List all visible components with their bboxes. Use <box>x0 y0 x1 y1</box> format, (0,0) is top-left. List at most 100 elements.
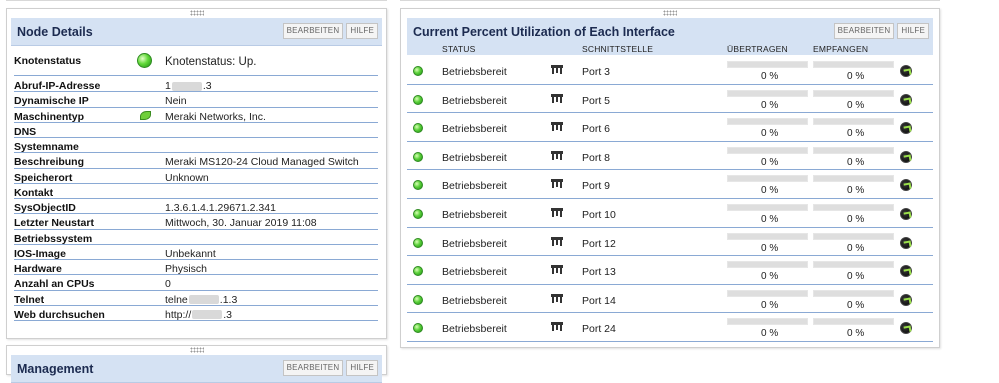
detail-value: Physisch <box>165 263 207 275</box>
detail-label: Telnet <box>14 293 45 306</box>
transmit-utilization-bar <box>727 318 808 326</box>
interface-detail-icon[interactable] <box>900 150 912 163</box>
detail-value: telne .1.3 <box>165 294 237 306</box>
transmit-utilization-bar <box>727 175 808 183</box>
transmit-utilization-bar <box>727 89 808 97</box>
vendor-icon <box>140 110 151 120</box>
detail-row <box>14 184 378 199</box>
interface-status: Betriebsbereit <box>442 294 507 307</box>
management-panel: Management BEARBEITEN HILFE <box>6 345 387 383</box>
column-transmit[interactable]: ÜBERTRAGEN <box>727 44 788 54</box>
interface-status: Betriebsbereit <box>442 323 507 336</box>
receive-percent: 0 % <box>847 99 865 111</box>
interface-status: Betriebsbereit <box>442 66 507 78</box>
transmit-percent: 0 % <box>761 128 779 140</box>
help-button[interactable]: HILFE <box>897 23 929 39</box>
transmit-percent: 0 % <box>761 185 779 197</box>
transmit-percent: 0 % <box>761 71 779 82</box>
panel-title: Management <box>17 362 94 376</box>
column-receive[interactable]: EMPFANGEN <box>813 44 868 54</box>
interface-name[interactable]: Port 24 <box>582 323 616 335</box>
receive-percent: 0 % <box>847 128 865 140</box>
status-up-icon <box>413 237 423 248</box>
interface-name[interactable]: Port 9 <box>582 180 610 192</box>
detail-value: Mittwoch, 30. Januar 2019 11:08 <box>165 217 317 229</box>
detail-row <box>14 123 378 138</box>
edit-button[interactable]: BEARBEITEN <box>282 23 344 39</box>
detail-value: http:// .3 <box>165 309 232 321</box>
detail-value-text: telne <box>165 293 188 306</box>
detail-label: SysObjectID <box>14 202 76 214</box>
detail-label: Beschreibung <box>14 156 85 169</box>
interface-detail-icon[interactable] <box>900 93 912 106</box>
column-interface[interactable]: SCHNITTSTELLE <box>582 44 653 54</box>
receive-percent: 0 % <box>847 185 865 197</box>
detail-value-text: Unbekannt <box>165 247 216 260</box>
network-port-icon <box>551 293 563 303</box>
receive-percent: 0 % <box>847 328 865 340</box>
detail-label: Anzahl an CPUs <box>14 278 95 291</box>
transmit-utilization-bar <box>727 204 808 211</box>
detail-value-suffix: .1.3 <box>219 293 238 306</box>
network-port-icon <box>551 265 563 275</box>
interface-detail-icon[interactable] <box>900 65 912 77</box>
detail-value-text: 0 <box>165 278 171 291</box>
status-up-icon <box>413 94 423 105</box>
interface-detail-icon[interactable] <box>900 208 912 220</box>
transmit-utilization-bar <box>727 118 808 126</box>
receive-utilization-bar <box>813 61 894 68</box>
interface-status: Betriebsbereit <box>442 180 507 193</box>
detail-label: Hardware <box>14 263 62 275</box>
column-status[interactable]: STATUS <box>442 44 475 54</box>
transmit-percent: 0 % <box>761 299 779 311</box>
detail-label: DNS <box>14 125 37 138</box>
receive-utilization-bar <box>813 89 894 97</box>
interface-name[interactable]: Port 12 <box>582 238 616 250</box>
network-port-icon <box>551 65 563 74</box>
interface-status: Betriebsbereit <box>442 94 507 107</box>
interface-name[interactable]: Port 8 <box>582 152 610 164</box>
interface-detail-icon[interactable] <box>900 236 912 249</box>
interface-name[interactable]: Port 3 <box>582 66 610 78</box>
status-up-icon <box>413 209 423 219</box>
receive-utilization-bar <box>813 118 894 126</box>
detail-value-suffix: .3 <box>202 80 212 92</box>
detail-label: IOS-Image <box>14 247 66 260</box>
network-port-icon <box>551 236 563 246</box>
interface-detail-icon[interactable] <box>900 293 912 306</box>
detail-value: 1.3.6.1.4.1.29671.2.341 <box>165 202 276 214</box>
detail-label: Web durchsuchen <box>14 308 105 321</box>
drag-handle-icon[interactable] <box>189 10 204 16</box>
network-port-icon <box>551 208 563 217</box>
detail-value-text: 1.3.6.1.4.1.29671.2.341 <box>165 202 276 214</box>
receive-percent: 0 % <box>847 271 865 283</box>
drag-handle-icon[interactable] <box>663 10 677 16</box>
interface-name[interactable]: Port 14 <box>582 295 616 307</box>
network-port-icon <box>551 93 563 103</box>
transmit-utilization-bar <box>727 261 808 269</box>
interface-name[interactable]: Port 10 <box>582 209 616 221</box>
edit-button[interactable]: BEARBEITEN <box>282 360 344 376</box>
interface-status: Betriebsbereit <box>442 266 507 279</box>
interface-name[interactable]: Port 13 <box>582 266 616 278</box>
interface-name[interactable]: Port 6 <box>582 123 610 135</box>
detail-label: Abruf-IP-Adresse <box>14 80 101 92</box>
receive-utilization-bar <box>813 204 894 211</box>
drag-handle-icon[interactable] <box>189 347 204 353</box>
detail-value-text: Nein <box>165 95 187 108</box>
detail-value: Meraki MS120-24 Cloud Managed Switch <box>165 156 359 168</box>
help-button[interactable]: HILFE <box>346 360 378 376</box>
receive-utilization-bar <box>813 289 894 297</box>
node-details-header: Node Details BEARBEITEN HILFE <box>11 18 382 46</box>
top-border-left <box>6 0 387 1</box>
network-port-icon <box>551 150 563 160</box>
detail-label: Speicherort <box>14 171 73 184</box>
interface-name[interactable]: Port 5 <box>582 95 610 107</box>
edit-button[interactable]: BEARBEITEN <box>833 23 895 39</box>
top-border-right <box>400 0 940 1</box>
help-button[interactable]: HILFE <box>346 23 378 39</box>
detail-value: Meraki Networks, Inc. <box>165 111 266 123</box>
detail-value: 1.3 <box>165 80 212 92</box>
status-up-icon <box>413 66 423 76</box>
detail-value-text: Physisch <box>165 263 208 275</box>
